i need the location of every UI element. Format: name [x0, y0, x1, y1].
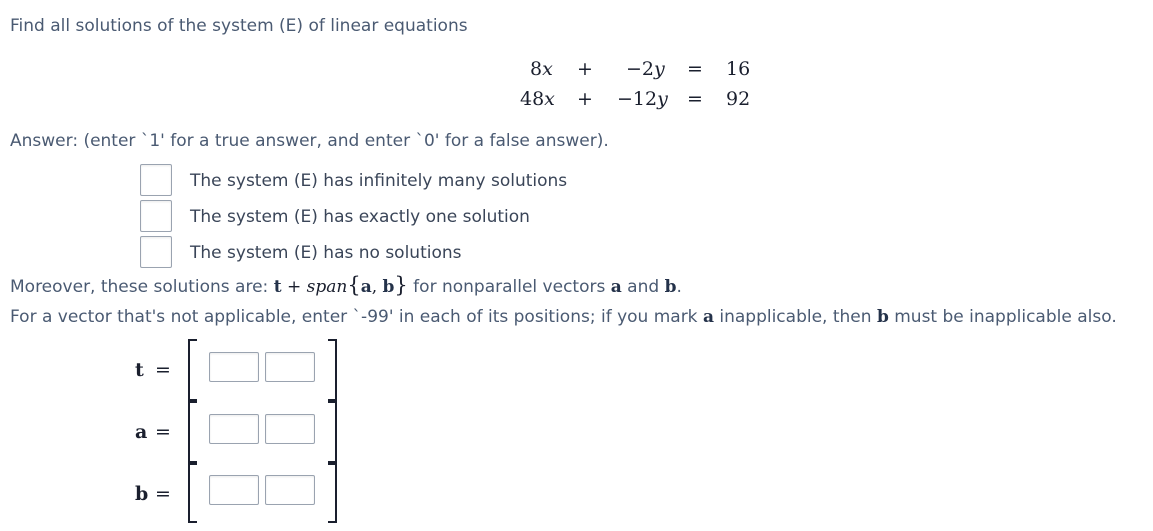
- eq1-equals: =: [687, 58, 703, 80]
- answer-instruction: Answer: (enter `1' for a true answer, an…: [10, 131, 609, 151]
- vector-a-left-bracket: [188, 401, 197, 463]
- statement-middle: for nonparallel vectors: [407, 277, 611, 297]
- vector-t-left-bracket: [188, 339, 197, 401]
- statement-and: and: [621, 277, 665, 297]
- set-close: }: [394, 273, 408, 297]
- span-word: span: [306, 277, 348, 297]
- plus-symbol: +: [281, 277, 307, 297]
- comma: ,: [371, 277, 383, 297]
- vector-a-entry-2[interactable]: [265, 414, 315, 444]
- option-input-exactly-one[interactable]: [140, 200, 172, 232]
- option-label: The system (E) has infinitely many solut…: [190, 171, 568, 191]
- vector-b-label: b: [135, 483, 149, 505]
- vector-a-label: a: [135, 421, 148, 443]
- statement-end: .: [676, 277, 682, 297]
- eq1-x-term: 8𝑥: [530, 58, 553, 80]
- eq2-rhs: 92: [726, 88, 751, 110]
- vector-b-right-bracket: [328, 463, 337, 523]
- vector-a-symbol: a: [610, 277, 622, 297]
- vector-a-symbol: a: [360, 277, 372, 297]
- note-middle: inapplicable, then: [713, 307, 877, 327]
- eq1-operator: +: [577, 58, 593, 80]
- vector-b-left-bracket: [188, 463, 197, 523]
- eq2-operator: +: [577, 88, 593, 110]
- eq2-equals: =: [687, 88, 703, 110]
- note-end: must be inapplicable also.: [888, 307, 1117, 327]
- eq1-rhs: 16: [726, 58, 751, 80]
- vector-t-symbol: t: [273, 277, 282, 297]
- eq2-x-term: 48𝑥: [520, 88, 555, 110]
- vector-a-entry-1[interactable]: [209, 414, 259, 444]
- problem-prompt: Find all solutions of the system (E) of …: [10, 16, 468, 36]
- vector-b-equals: =: [155, 483, 171, 505]
- vector-b-symbol: b: [664, 277, 677, 297]
- vector-t-label: t: [135, 359, 144, 381]
- option-input-no-solutions[interactable]: [140, 236, 172, 268]
- option-input-infinitely-many[interactable]: [140, 164, 172, 196]
- vector-t-entry-1[interactable]: [209, 352, 259, 382]
- vector-b-symbol: b: [876, 307, 889, 327]
- vector-t-equals: =: [155, 359, 171, 381]
- eq2-y-term: −12𝑦: [617, 88, 668, 110]
- vector-b-entry-2[interactable]: [265, 475, 315, 505]
- note-prefix: For a vector that's not applicable, ente…: [10, 307, 703, 327]
- vector-b-symbol: b: [382, 277, 395, 297]
- inapplicable-note: For a vector that's not applicable, ente…: [10, 307, 1117, 327]
- vector-a-right-bracket: [328, 401, 337, 463]
- set-open: {: [347, 273, 361, 297]
- solution-form-statement: Moreover, these solutions are: t + span{…: [10, 273, 682, 297]
- eq1-y-term: −2𝑦: [626, 58, 665, 80]
- statement-prefix: Moreover, these solutions are:: [10, 277, 274, 297]
- vector-a-symbol: a: [702, 307, 714, 327]
- option-label: The system (E) has exactly one solution: [190, 207, 530, 227]
- vector-t-entry-2[interactable]: [265, 352, 315, 382]
- option-label: The system (E) has no solutions: [190, 243, 462, 263]
- vector-a-equals: =: [155, 421, 171, 443]
- vector-b-entry-1[interactable]: [209, 475, 259, 505]
- vector-t-right-bracket: [328, 339, 337, 401]
